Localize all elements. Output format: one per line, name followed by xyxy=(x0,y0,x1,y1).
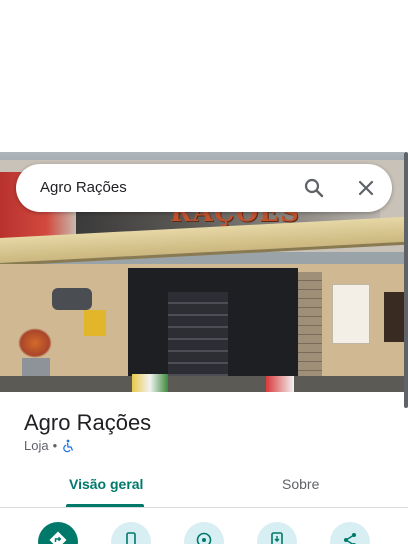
photo-poster xyxy=(332,284,370,344)
place-category: Loja xyxy=(24,438,49,453)
directions-icon xyxy=(49,531,67,544)
tabs-divider xyxy=(0,507,408,508)
search-input[interactable]: Agro Rações xyxy=(40,179,127,196)
send-to-phone-icon xyxy=(271,532,283,544)
photo-window xyxy=(384,292,404,342)
wheelchair-icon xyxy=(61,439,75,453)
search-bar[interactable]: Agro Rações xyxy=(16,164,392,212)
send-to-phone-button[interactable] xyxy=(257,522,297,544)
place-title: Agro Rações xyxy=(24,410,152,435)
map-blank-area xyxy=(0,0,408,152)
photo-goods xyxy=(266,376,294,392)
photo-goods xyxy=(132,374,168,392)
phone-icon xyxy=(126,532,136,544)
nearby-icon xyxy=(196,532,212,544)
directions-button[interactable] xyxy=(38,522,78,544)
nearby-button[interactable] xyxy=(184,522,224,544)
panel-scrollbar[interactable] xyxy=(404,152,408,408)
photo-plant xyxy=(18,328,52,358)
tab-overview[interactable]: Visão geral xyxy=(69,476,143,492)
share-button[interactable] xyxy=(330,522,370,544)
share-icon xyxy=(344,533,356,544)
photo-yellow-container xyxy=(84,310,106,336)
close-icon[interactable] xyxy=(354,176,378,200)
place-subtitle: Loja • xyxy=(24,438,75,453)
photo-shelf xyxy=(168,292,228,388)
separator-dot: • xyxy=(52,438,58,453)
photo-hanging-bags xyxy=(52,288,92,310)
photo-brick-pillar xyxy=(298,272,322,392)
call-button[interactable] xyxy=(111,522,151,544)
tab-about[interactable]: Sobre xyxy=(282,476,319,492)
search-icon[interactable] xyxy=(302,176,326,200)
photo-ground xyxy=(0,376,404,392)
